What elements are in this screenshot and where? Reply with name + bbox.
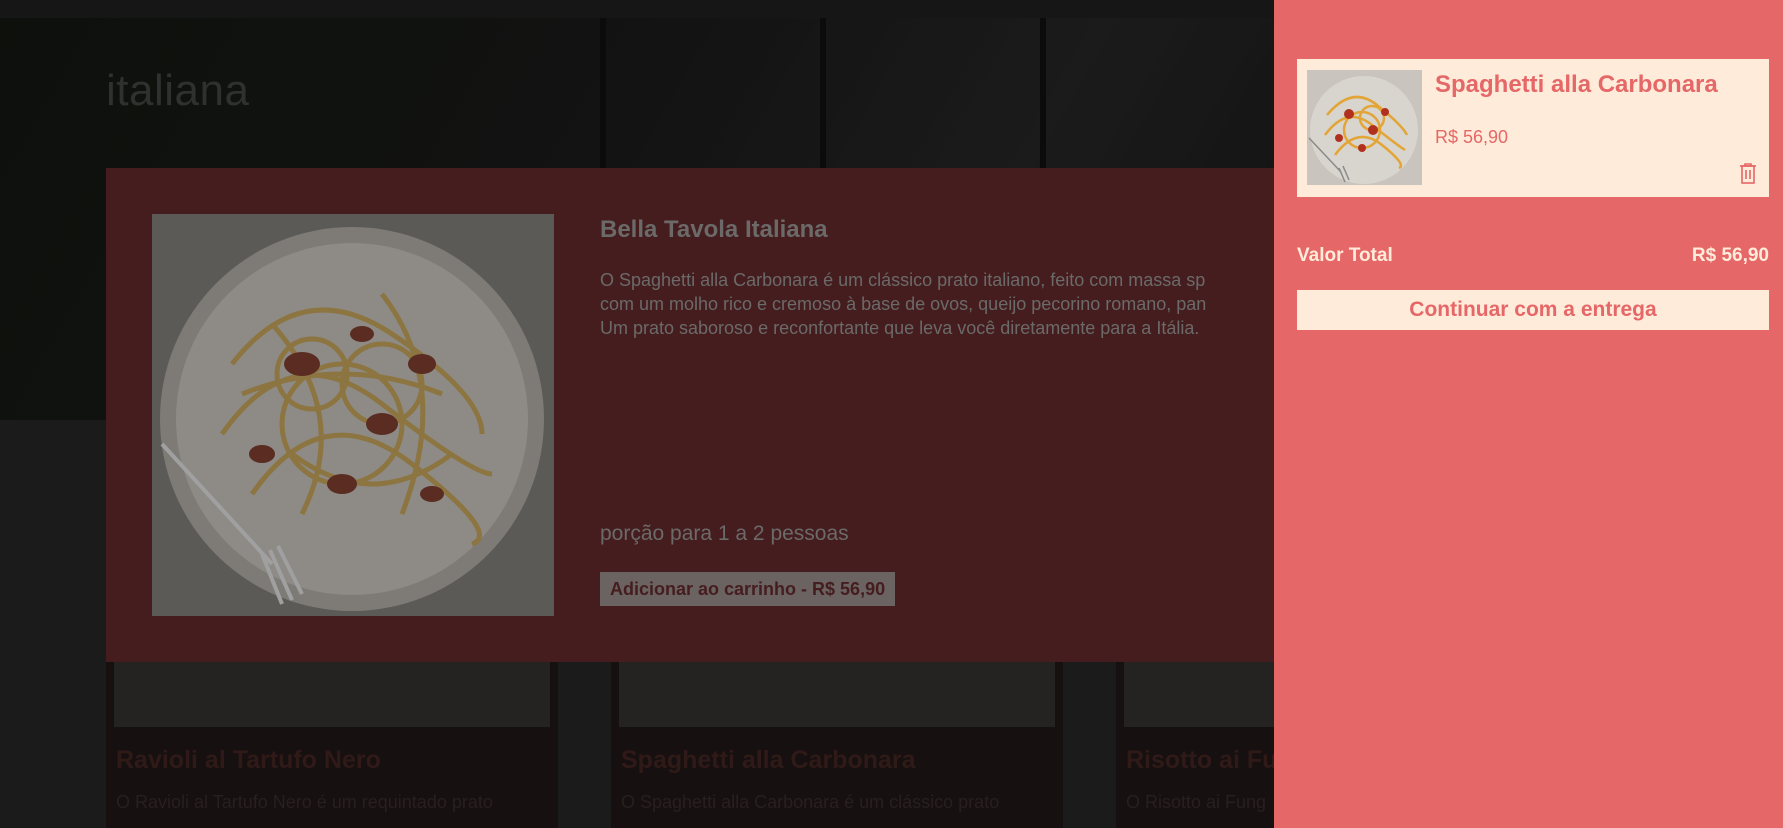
- cart-item: Spaghetti alla Carbonara R$ 56,90: [1297, 59, 1769, 197]
- add-to-cart-button[interactable]: Adicionar ao carrinho - R$ 56,90: [600, 572, 895, 606]
- total-label: Valor Total: [1297, 245, 1393, 267]
- modal-description-line: com um molho rico e cremoso à base de ov…: [600, 292, 1360, 316]
- modal-title: Bella Tavola Italiana: [600, 216, 828, 244]
- cart-sidebar: Spaghetti alla Carbonara R$ 56,90 Valor …: [1274, 0, 1783, 828]
- modal-description-line: Um prato saboroso e reconfortante que le…: [600, 316, 1360, 340]
- product-modal: Bella Tavola Italiana O Spaghetti alla C…: [106, 168, 1406, 662]
- portion-info: porção para 1 a 2 pessoas: [600, 522, 849, 546]
- modal-description-line: O Spaghetti alla Carbonara é um clássico…: [600, 268, 1360, 292]
- cart-item-price: R$ 56,90: [1435, 127, 1508, 148]
- spaghetti-carbonara-dish-image: [152, 214, 554, 616]
- cart-item-name: Spaghetti alla Carbonara: [1435, 71, 1718, 99]
- total-value: R$ 56,90: [1692, 245, 1769, 267]
- continue-delivery-button[interactable]: Continuar com a entrega: [1297, 290, 1769, 330]
- spaghetti-carbonara-dish-thumbnail: [1307, 70, 1422, 185]
- trash-icon[interactable]: [1739, 162, 1757, 184]
- modal-description: O Spaghetti alla Carbonara é um clássico…: [600, 268, 1360, 340]
